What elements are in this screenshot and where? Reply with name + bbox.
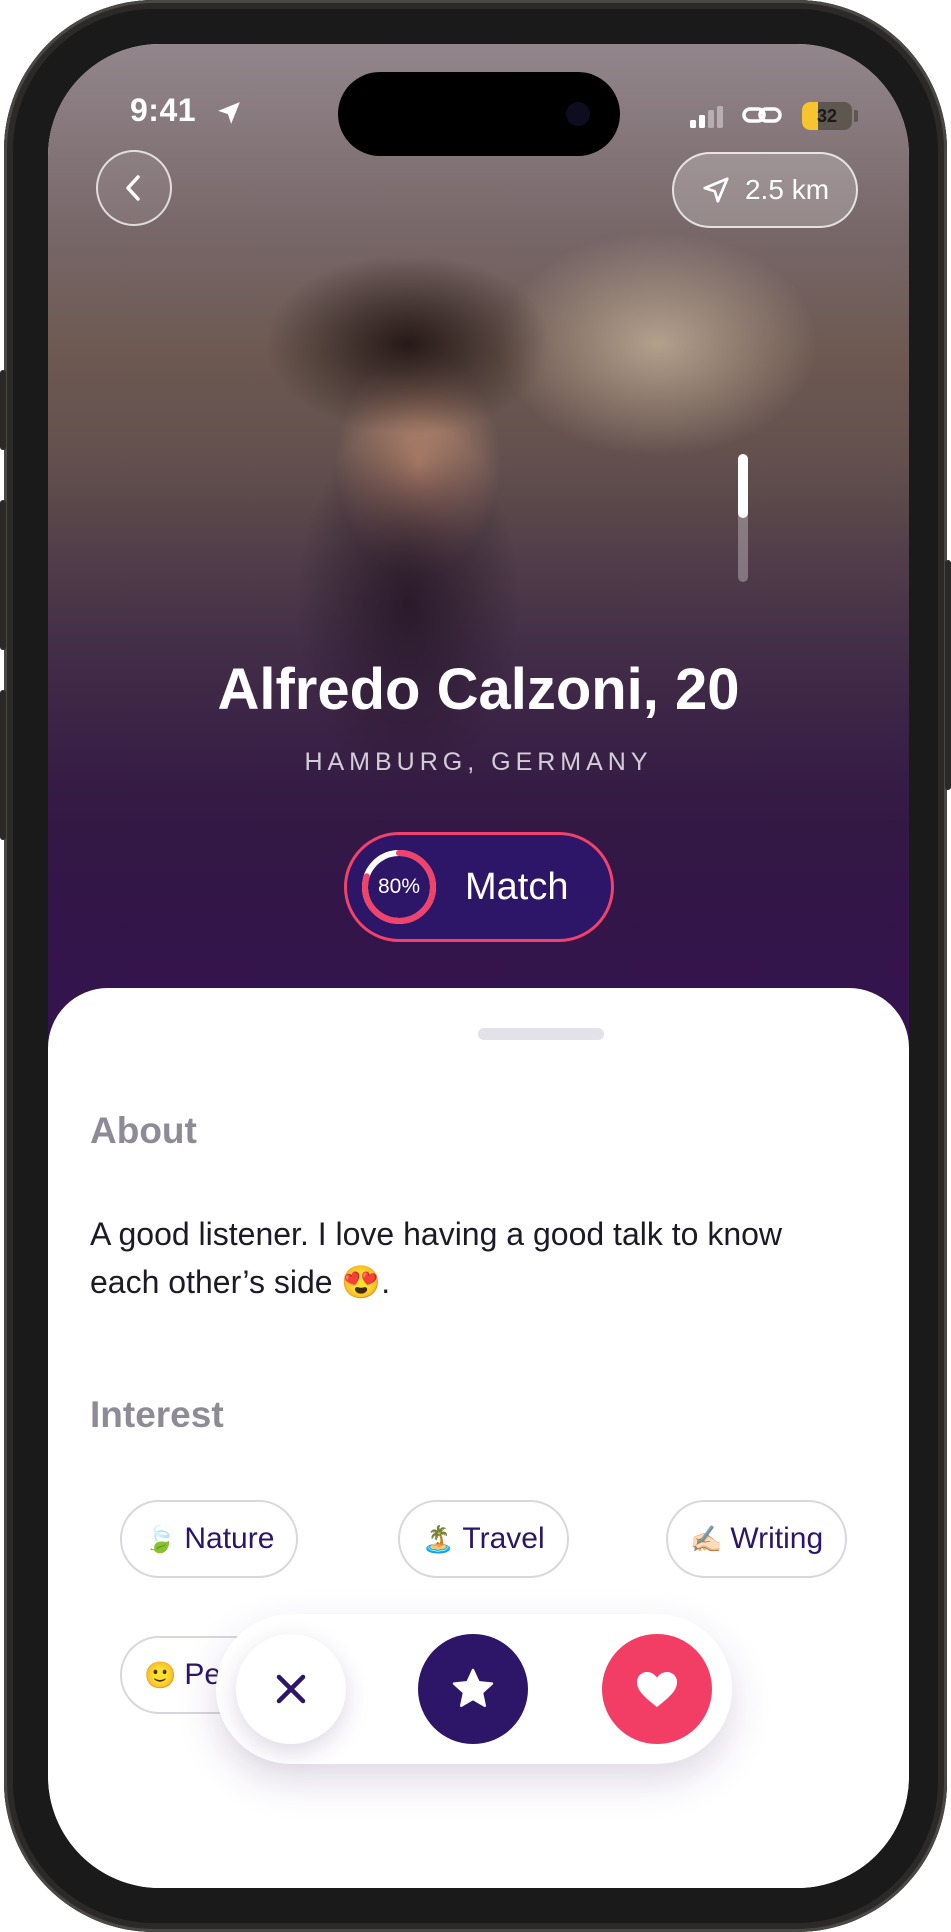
profile-name: Alfredo Calzoni, 20 <box>217 657 740 722</box>
back-button[interactable] <box>96 150 172 226</box>
like-button[interactable] <box>602 1634 712 1744</box>
island-icon: 🏝️ <box>422 1523 455 1554</box>
battery-indicator: 32 <box>802 102 852 130</box>
about-text: A good listener. I love having a good ta… <box>90 1216 783 1300</box>
power-button <box>945 560 951 790</box>
photo-scroll-indicator[interactable] <box>738 454 748 582</box>
smiley-icon: 🙂 <box>144 1659 177 1690</box>
interest-heading: Interest <box>90 1394 224 1435</box>
battery-cap <box>854 110 858 122</box>
mute-switch <box>0 370 6 450</box>
photo-scroll-thumb <box>738 454 748 518</box>
front-camera <box>566 102 590 126</box>
leaf-icon: 🍃 <box>144 1523 177 1554</box>
super-like-button[interactable] <box>418 1634 528 1744</box>
interest-chip-nature[interactable]: 🍃 Nature <box>120 1500 299 1578</box>
interest-chip-travel[interactable]: 🏝️ Travel <box>398 1500 569 1578</box>
interest-chip-label: Nature <box>184 1522 275 1555</box>
action-bar <box>216 1614 732 1764</box>
interest-chip-writing[interactable]: ✍🏻 Writing <box>666 1500 848 1578</box>
about-heading: About <box>90 1110 197 1151</box>
distance-text: 2.5 km <box>744 174 830 205</box>
writing-hand-icon: ✍🏻 <box>690 1523 723 1554</box>
heart-icon <box>637 1672 677 1707</box>
profile-location: HAMBURG, GERMANY <box>304 748 653 776</box>
match-label: Match <box>465 866 569 908</box>
match-percent: 80% <box>377 875 421 898</box>
personal-hotspot-icon <box>742 107 782 123</box>
close-icon <box>276 1674 306 1704</box>
sheet-drag-handle[interactable] <box>478 1028 604 1040</box>
interest-chip-label: Writing <box>730 1522 824 1555</box>
dismiss-button[interactable] <box>236 1634 346 1744</box>
navigation-arrow-icon <box>703 177 729 203</box>
battery-level: 32 <box>816 106 838 126</box>
screen: 9:41 32 2.5 km Alfredo Calzoni, 20 HAMBU… <box>48 44 909 1888</box>
match-badge[interactable]: 80% Match <box>344 832 614 942</box>
status-time: 9:41 <box>130 92 197 128</box>
volume-up-button <box>0 500 6 650</box>
chevron-left-icon <box>126 175 140 201</box>
interest-chip-label: Travel <box>462 1522 545 1555</box>
cellular-signal-icon <box>690 106 723 128</box>
dynamic-island <box>338 72 620 156</box>
location-arrow-icon <box>218 102 240 124</box>
phone-frame: 9:41 32 2.5 km Alfredo Calzoni, 20 HAMBU… <box>0 0 951 1932</box>
volume-down-button <box>0 690 6 840</box>
star-icon <box>452 1668 494 1707</box>
distance-badge[interactable]: 2.5 km <box>672 152 858 228</box>
